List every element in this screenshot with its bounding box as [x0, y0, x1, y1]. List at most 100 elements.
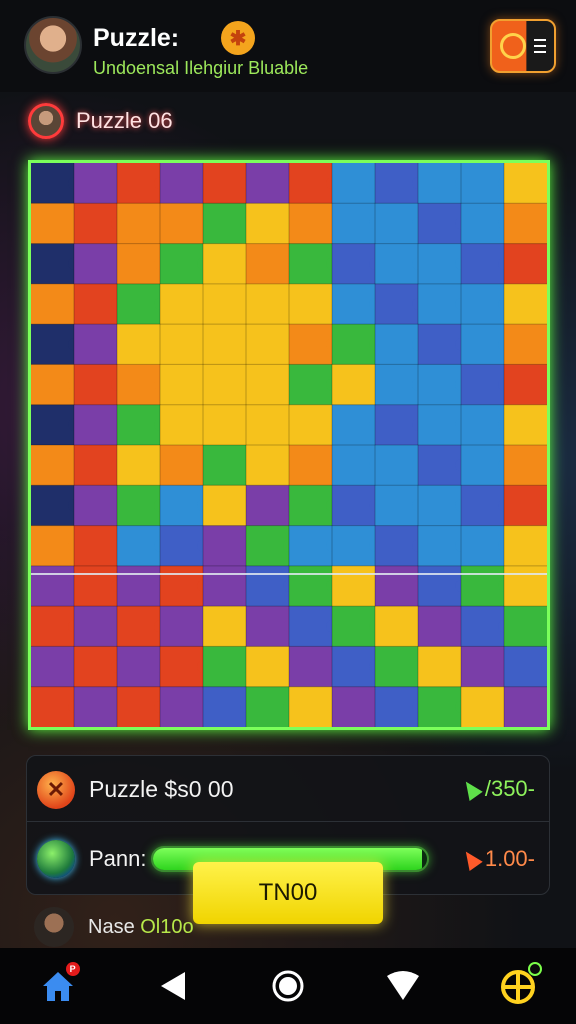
puzzle-piece[interactable]: [289, 324, 333, 365]
puzzle-piece[interactable]: [160, 243, 204, 285]
puzzle-piece[interactable]: [117, 686, 161, 727]
puzzle-piece[interactable]: [31, 404, 75, 446]
puzzle-piece[interactable]: [375, 243, 419, 285]
puzzle-piece[interactable]: [246, 283, 290, 325]
puzzle-piece[interactable]: [332, 283, 376, 325]
puzzle-piece[interactable]: [160, 485, 204, 527]
puzzle-piece[interactable]: [117, 606, 161, 647]
puzzle-piece[interactable]: [375, 203, 419, 245]
puzzle-piece[interactable]: [31, 203, 75, 245]
puzzle-piece[interactable]: [160, 163, 204, 204]
puzzle-piece[interactable]: [160, 324, 204, 365]
puzzle-piece[interactable]: [461, 485, 505, 527]
puzzle-piece[interactable]: [461, 445, 505, 486]
puzzle-piece[interactable]: [203, 485, 247, 527]
puzzle-piece[interactable]: [246, 243, 290, 285]
puzzle-piece[interactable]: [418, 404, 462, 446]
puzzle-piece[interactable]: [504, 404, 547, 446]
puzzle-piece[interactable]: [289, 163, 333, 204]
puzzle-piece[interactable]: [289, 565, 333, 607]
puzzle-piece[interactable]: [203, 404, 247, 446]
puzzle-piece[interactable]: [246, 606, 290, 647]
puzzle-piece[interactable]: [74, 485, 118, 527]
puzzle-piece[interactable]: [332, 485, 376, 527]
puzzle-piece[interactable]: [289, 283, 333, 325]
puzzle-piece[interactable]: [375, 324, 419, 365]
puzzle-piece[interactable]: [31, 445, 75, 486]
puzzle-piece[interactable]: [418, 243, 462, 285]
puzzle-piece[interactable]: [203, 243, 247, 285]
puzzle-piece[interactable]: [74, 565, 118, 607]
puzzle-piece[interactable]: [160, 686, 204, 727]
profile-avatar[interactable]: [24, 16, 82, 74]
puzzle-piece[interactable]: [332, 646, 376, 688]
puzzle-piece[interactable]: [74, 283, 118, 325]
puzzle-piece[interactable]: [117, 324, 161, 365]
puzzle-piece[interactable]: [418, 525, 462, 567]
puzzle-piece[interactable]: [31, 283, 75, 325]
puzzle-piece[interactable]: [203, 203, 247, 245]
puzzle-piece[interactable]: [461, 243, 505, 285]
puzzle-piece[interactable]: [31, 243, 75, 285]
puzzle-piece[interactable]: [31, 565, 75, 607]
puzzle-piece[interactable]: [504, 485, 547, 527]
puzzle-piece[interactable]: [504, 646, 547, 688]
puzzle-piece[interactable]: [375, 364, 419, 406]
puzzle-piece[interactable]: [31, 364, 75, 406]
nav-grid[interactable]: [488, 956, 548, 1016]
puzzle-piece[interactable]: [418, 646, 462, 688]
puzzle-piece[interactable]: [117, 283, 161, 325]
nav-favorites[interactable]: [373, 956, 433, 1016]
puzzle-piece[interactable]: [289, 445, 333, 486]
puzzle-piece[interactable]: [461, 606, 505, 647]
puzzle-piece[interactable]: [375, 565, 419, 607]
puzzle-piece[interactable]: [289, 243, 333, 285]
puzzle-piece[interactable]: [418, 203, 462, 245]
puzzle-piece[interactable]: [461, 364, 505, 406]
puzzle-piece[interactable]: [117, 565, 161, 607]
puzzle-piece[interactable]: [203, 686, 247, 727]
puzzle-piece[interactable]: [246, 445, 290, 486]
puzzle-piece[interactable]: [246, 646, 290, 688]
puzzle-piece[interactable]: [31, 606, 75, 647]
puzzle-piece[interactable]: [375, 686, 419, 727]
puzzle-piece[interactable]: [504, 525, 547, 567]
puzzle-piece[interactable]: [461, 565, 505, 607]
puzzle-piece[interactable]: [31, 686, 75, 727]
puzzle-piece[interactable]: [246, 565, 290, 607]
puzzle-piece[interactable]: [504, 606, 547, 647]
puzzle-piece[interactable]: [504, 445, 547, 486]
puzzle-piece[interactable]: [74, 404, 118, 446]
puzzle-piece[interactable]: [375, 525, 419, 567]
puzzle-piece[interactable]: [504, 364, 547, 406]
puzzle-piece[interactable]: [31, 324, 75, 365]
puzzle-piece[interactable]: [160, 203, 204, 245]
puzzle-piece[interactable]: [461, 163, 505, 204]
puzzle-piece[interactable]: [418, 445, 462, 486]
puzzle-piece[interactable]: [332, 324, 376, 365]
puzzle-piece[interactable]: [160, 646, 204, 688]
puzzle-piece[interactable]: [74, 364, 118, 406]
puzzle-piece[interactable]: [504, 324, 547, 365]
puzzle-piece[interactable]: [375, 445, 419, 486]
puzzle-piece[interactable]: [74, 163, 118, 204]
puzzle-piece[interactable]: [289, 404, 333, 446]
puzzle-piece[interactable]: [504, 565, 547, 607]
puzzle-piece[interactable]: [289, 646, 333, 688]
puzzle-piece[interactable]: [74, 686, 118, 727]
puzzle-piece[interactable]: [203, 445, 247, 486]
puzzle-piece[interactable]: [332, 364, 376, 406]
puzzle-piece[interactable]: [461, 686, 505, 727]
puzzle-piece[interactable]: [418, 606, 462, 647]
puzzle-piece[interactable]: [160, 525, 204, 567]
puzzle-piece[interactable]: [332, 203, 376, 245]
puzzle-grid[interactable]: [31, 163, 547, 727]
puzzle-piece[interactable]: [246, 485, 290, 527]
puzzle-piece[interactable]: [504, 203, 547, 245]
puzzle-piece[interactable]: [246, 163, 290, 204]
puzzle-piece[interactable]: [117, 243, 161, 285]
puzzle-piece[interactable]: [504, 243, 547, 285]
puzzle-piece[interactable]: [31, 485, 75, 527]
puzzle-piece[interactable]: [289, 606, 333, 647]
puzzle-piece[interactable]: [289, 686, 333, 727]
